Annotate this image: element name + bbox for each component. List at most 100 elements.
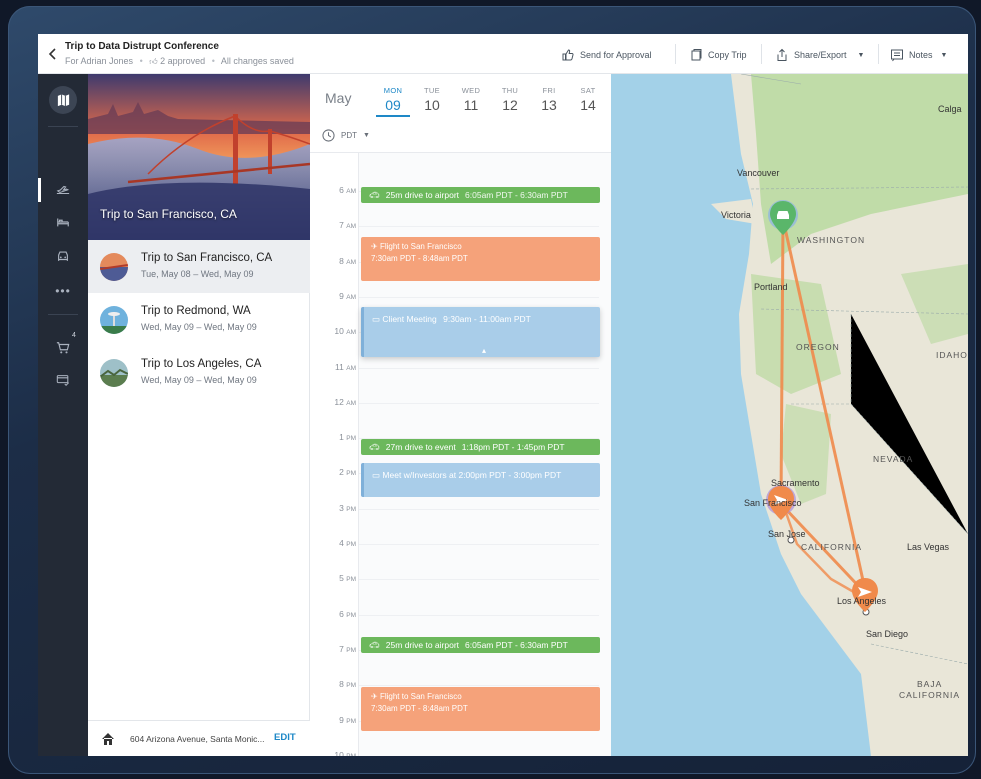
hour-label: 6 PM	[339, 608, 356, 619]
flight-icon: ✈︎	[371, 692, 378, 701]
timezone-selector[interactable]: PDT ▼	[322, 129, 370, 142]
event-client-meeting[interactable]: ▭ Client Meeting 9:30am - 11:00am PDT ▴	[361, 307, 600, 357]
car-icon: 🚗︎	[369, 639, 380, 650]
day-fri[interactable]: FRI 13	[532, 86, 566, 113]
notes-icon	[891, 49, 903, 62]
map-label-washington: WASHINGTON	[797, 235, 866, 245]
back-button[interactable]	[46, 44, 60, 64]
hour-gridline	[359, 367, 599, 369]
hour-gridline	[359, 508, 599, 510]
hour-label: 12 AM	[334, 396, 356, 407]
thumbs-up-icon	[562, 49, 574, 61]
map-label-las-vegas: Las Vegas	[907, 542, 950, 552]
event-flight[interactable]: ✈︎ Flight to San Francisco 7:30am PDT - …	[361, 237, 600, 281]
clock-icon	[322, 129, 335, 142]
hour-label: 1 PM	[339, 432, 356, 443]
day-thu[interactable]: THU 12	[493, 86, 527, 113]
route-map[interactable]: Calga Vancouver Victoria WASHINGTON Port…	[611, 74, 968, 756]
share-export-button[interactable]: Share/Export ▼	[775, 46, 864, 64]
map-label-oregon: OREGON	[796, 342, 840, 352]
trip-subtitle: For Adrian Jones • 👍︎ 2 approved • All c…	[65, 56, 294, 66]
trip-thumbnail	[100, 253, 128, 281]
hour-label: 2 PM	[339, 467, 356, 478]
trip-item-redmond[interactable]: Trip to Redmond, WA Wed, May 09 – Wed, M…	[88, 293, 310, 346]
home-address: 604 Arizona Avenue, Santa Monic...	[130, 734, 265, 744]
send-approval-button[interactable]: Send for Approval	[561, 46, 652, 64]
day-wed[interactable]: WED 11	[454, 86, 488, 113]
app-screen: Trip to Data Distrupt Conference For Adr…	[38, 34, 968, 756]
chevron-left-icon	[48, 48, 56, 60]
hour-gridline	[359, 402, 599, 404]
hour-label: 10 PM	[334, 749, 356, 756]
trip-title: Trip to Data Distrupt Conference	[65, 41, 219, 52]
trip-thumbnail	[100, 359, 128, 387]
resize-handle[interactable]: ▴	[482, 345, 486, 357]
map-label-idaho: IDAHO	[936, 350, 968, 360]
month-label: May	[325, 90, 352, 106]
car-icon[interactable]	[53, 246, 73, 266]
trip-list-panel: Trip to San Francisco, CA Trip to San Fr…	[88, 74, 310, 756]
hour-label: 8 AM	[339, 255, 356, 266]
trip-item-los-angeles[interactable]: Trip to Los Angeles, CA Wed, May 09 – We…	[88, 346, 310, 399]
map-icon[interactable]	[49, 86, 77, 114]
event-flight[interactable]: ✈︎ Flight to San Francisco 7:30am PDT - …	[361, 687, 600, 731]
notes-button[interactable]: Notes ▼	[890, 46, 947, 64]
hour-label: 7 AM	[339, 220, 356, 231]
edit-address-button[interactable]: EDIT	[274, 732, 296, 743]
calendar-icon: ▭	[372, 314, 381, 324]
cart-icon[interactable]	[53, 338, 73, 358]
caret-down-icon: ▼	[363, 132, 370, 139]
hour-label: 3 PM	[339, 502, 356, 513]
map-label-sacramento: Sacramento	[771, 478, 820, 488]
hour-label: 9 PM	[339, 714, 356, 725]
day-sat[interactable]: SAT 14	[571, 86, 605, 113]
hour-label: 10 AM	[334, 326, 356, 337]
map-label-victoria: Victoria	[721, 210, 751, 220]
event-drive-to-airport[interactable]: 🚗︎ 25m drive to airport 6:05am PDT - 6:3…	[361, 637, 600, 653]
traveler-name: For Adrian Jones	[65, 56, 134, 66]
map-label-san-jose: San Jose	[768, 529, 806, 539]
event-drive-to-airport[interactable]: 🚗︎ 25m drive to airport 6:05am PDT - 6:3…	[361, 187, 600, 203]
hour-label: 9 AM	[339, 290, 356, 301]
map-label-nevada: NEVADA	[873, 454, 914, 464]
calendar-grid: 6 AM 7 AM 8 AM 9 AM 10 AM 11 AM 12 AM 1 PM 2 PM 3…	[310, 152, 611, 756]
hour-gridline	[359, 226, 599, 228]
calendar-panel: May MON 09 TUE 10 WED 11 THU 12 FRI 13 S…	[310, 74, 611, 756]
car-icon: 🚗︎	[369, 189, 380, 200]
home-icon	[102, 733, 114, 745]
map-label-baja: BAJA	[917, 679, 943, 689]
hotel-icon[interactable]	[53, 212, 73, 232]
card-check-icon[interactable]	[53, 370, 73, 390]
hour-label: 11 AM	[335, 361, 356, 372]
day-mon[interactable]: MON 09	[376, 86, 410, 117]
copy-icon	[691, 49, 702, 61]
map-label-san-francisco: San Francisco	[744, 498, 802, 508]
hour-gridline	[359, 544, 599, 545]
share-icon	[777, 48, 787, 61]
event-meet-investors[interactable]: ▭ Meet w/Investors at 2:00pm PDT - 3:00p…	[361, 463, 600, 497]
map-label-calgary: Calga	[938, 104, 962, 114]
copy-trip-button[interactable]: Copy Trip	[689, 46, 747, 64]
map-label-los-angeles: Los Angeles	[837, 596, 887, 606]
day-tue[interactable]: TUE 10	[415, 86, 449, 113]
map-label-california: CALIFORNIA	[801, 542, 863, 552]
save-status: All changes saved	[220, 56, 294, 66]
map-label-portland: Portland	[754, 282, 788, 292]
thumbs-up-icon: 👍︎	[149, 57, 158, 66]
hour-gridline	[359, 296, 599, 298]
hour-label: 8 PM	[339, 679, 356, 690]
car-pin[interactable]	[767, 199, 799, 239]
caret-down-icon: ▼	[857, 51, 865, 59]
map-canvas	[711, 74, 968, 756]
more-icon[interactable]: •••	[53, 281, 73, 301]
hero-title: Trip to San Francisco, CA	[100, 207, 237, 221]
trip-item-san-francisco[interactable]: Trip to San Francisco, CA Tue, May 08 – …	[88, 240, 310, 293]
hero-image: Trip to San Francisco, CA	[88, 74, 310, 240]
hour-label: 6 AM	[339, 185, 356, 195]
event-drive-to-event[interactable]: 🚗︎ 27m drive to event 1:18pm PDT - 1:45p…	[361, 439, 600, 455]
flight-icon[interactable]	[53, 180, 73, 200]
flight-icon: ✈︎	[371, 242, 378, 251]
hour-gridline	[359, 614, 599, 616]
car-icon: 🚗︎	[369, 441, 380, 452]
trip-thumbnail	[100, 306, 128, 334]
